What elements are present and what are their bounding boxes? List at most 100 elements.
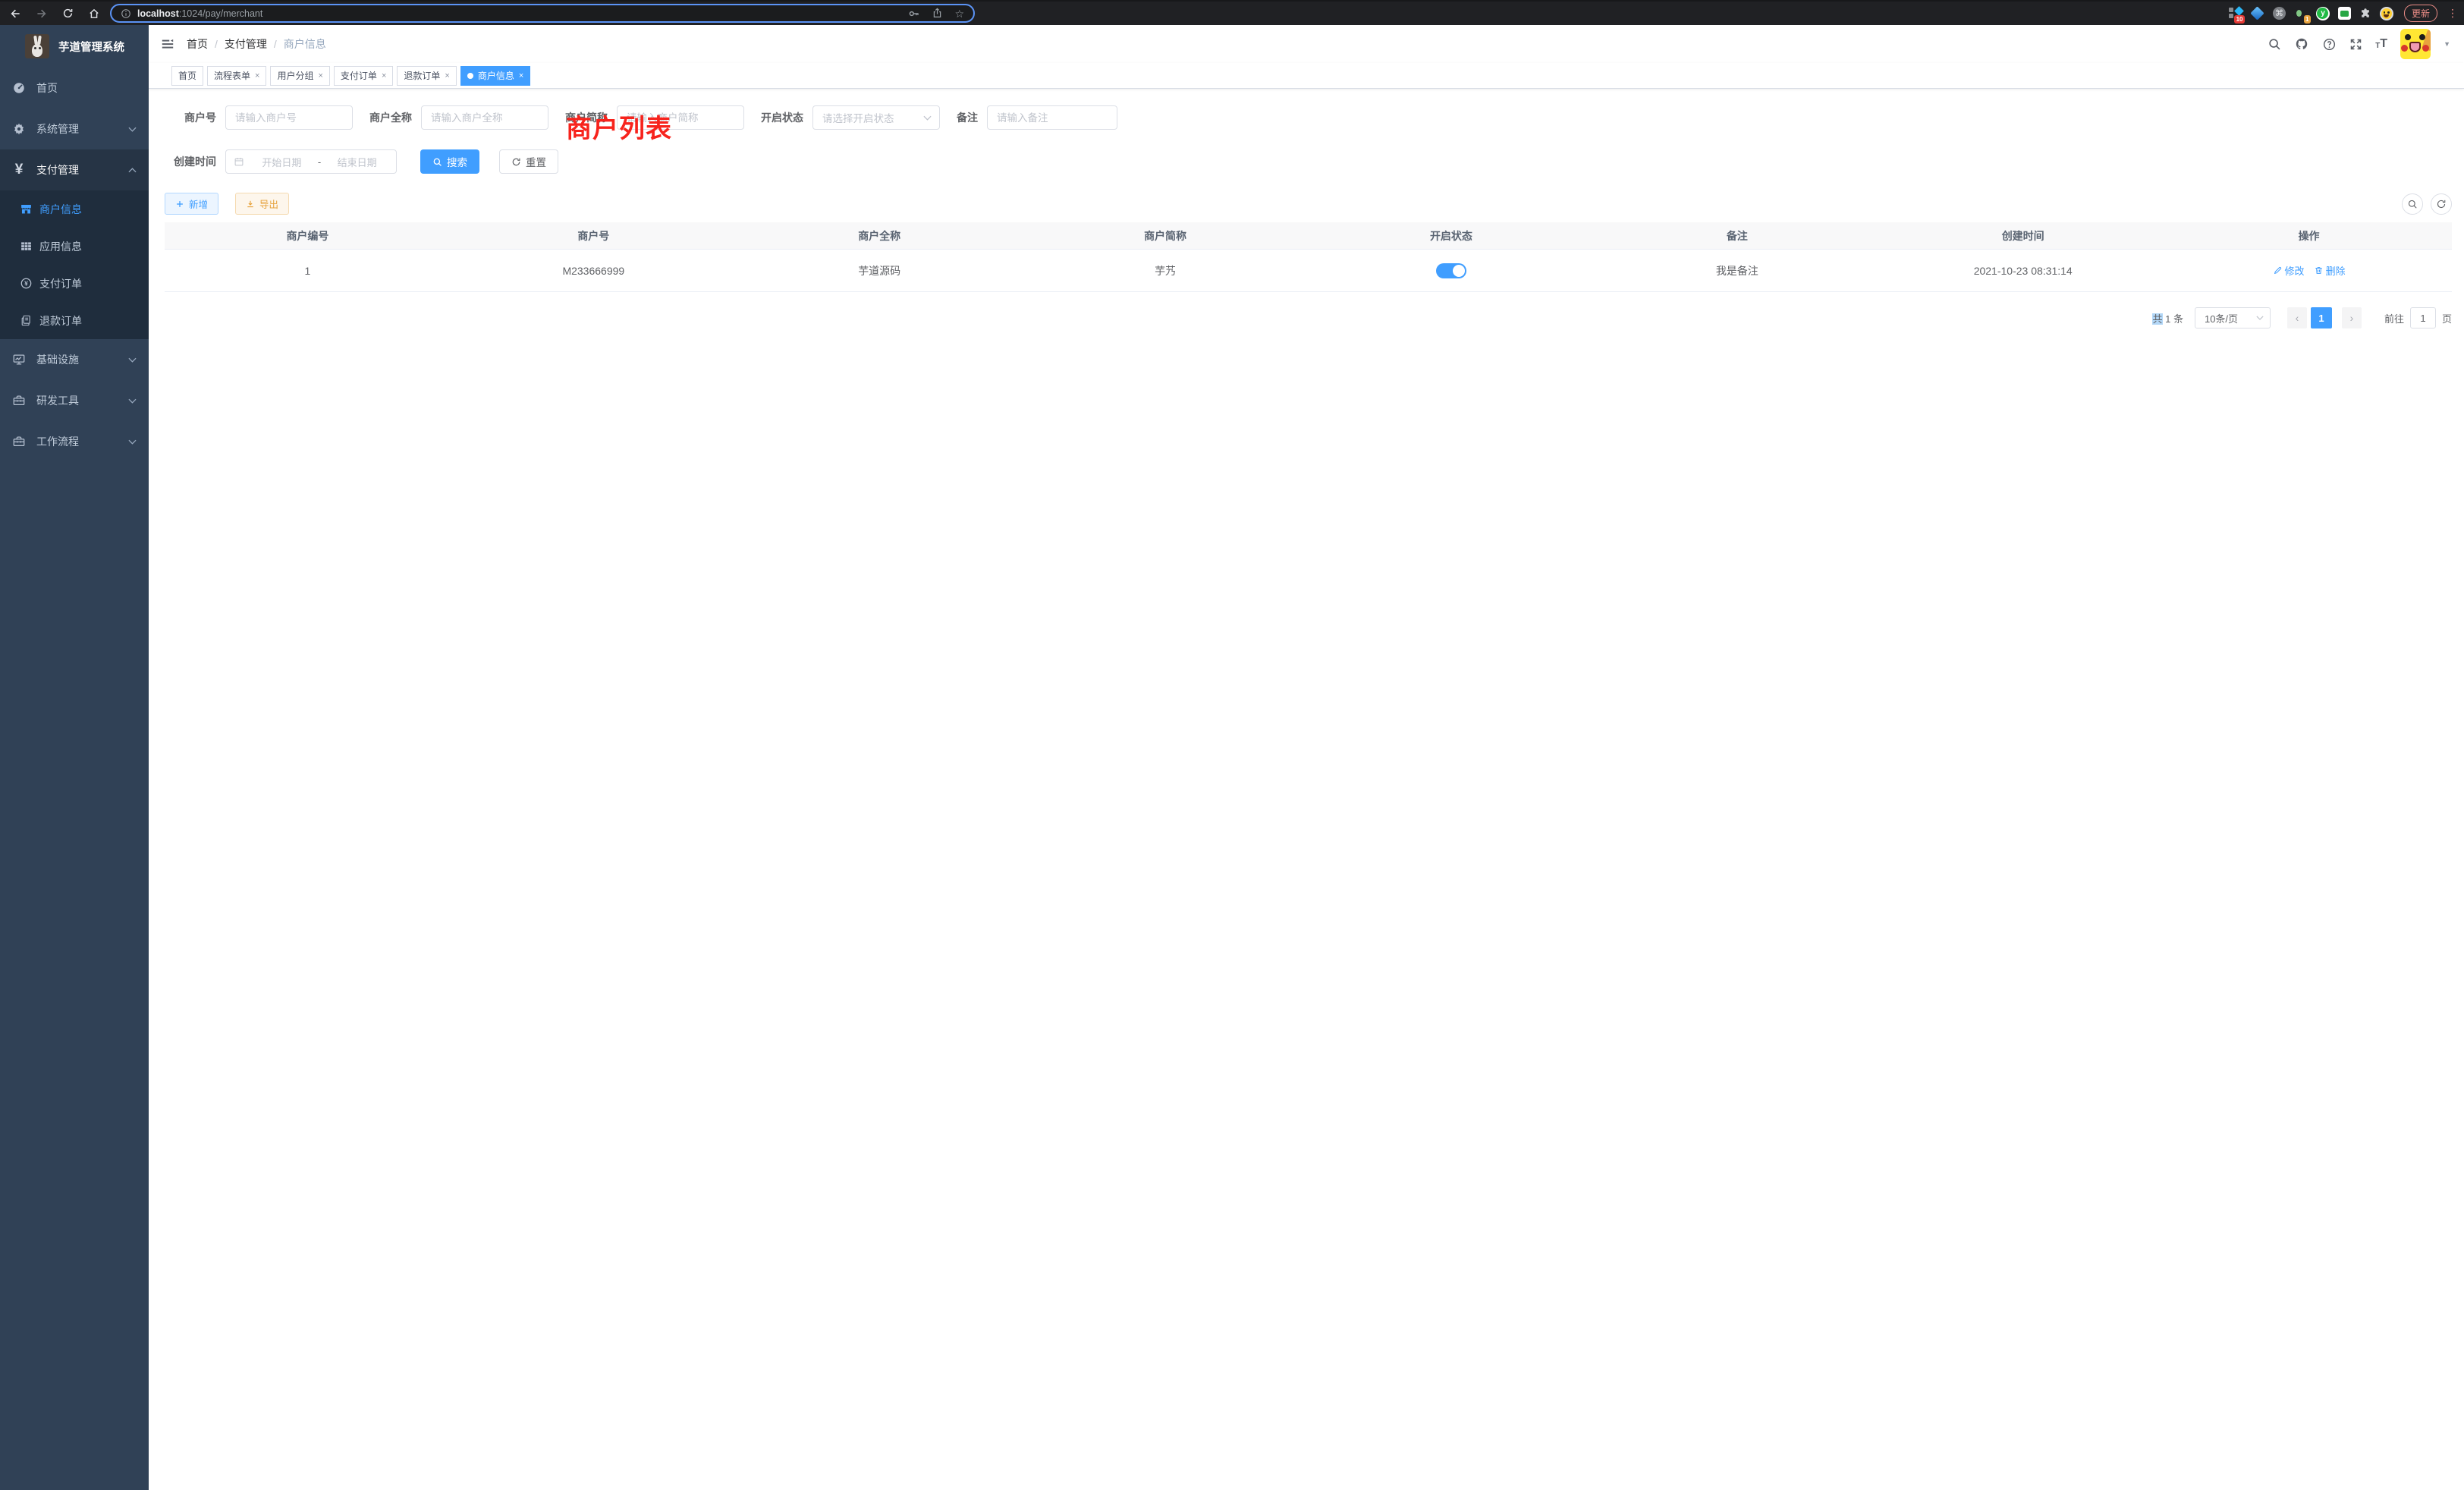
table-row: 1 M233666999 芋道源码 芋艿 我是备注 2021-10-23 08:… [165, 250, 2452, 292]
start-date-placeholder[interactable]: 开始日期 [250, 155, 313, 169]
sidebar: 芋道管理系统 首页 系统管理 ¥ 支付管理 商户信息 [0, 25, 149, 1490]
tab-refund-order[interactable]: 退款订单× [397, 66, 456, 86]
filter-row-2: 创建时间 开始日期 - 结束日期 搜索 [165, 149, 2452, 174]
col-merchant-no: 商户号 [451, 228, 737, 244]
site-info-icon[interactable] [121, 8, 131, 19]
sidebar-item-label: 基础设施 [36, 352, 79, 367]
document-copy-icon [20, 314, 33, 327]
sidebar-subitem-refund-order[interactable]: 退款订单 [0, 302, 149, 339]
hamburger-icon[interactable] [149, 25, 187, 63]
close-icon[interactable]: × [255, 71, 259, 80]
create-time-range-picker[interactable]: 开始日期 - 结束日期 [225, 149, 397, 174]
col-status: 开启状态 [1309, 228, 1595, 244]
prev-page-button[interactable]: ‹ [2287, 307, 2307, 328]
tab-user-group[interactable]: 用户分组× [270, 66, 329, 86]
help-icon[interactable] [2322, 37, 2337, 52]
page-number-button[interactable]: 1 [2311, 307, 2332, 328]
export-button[interactable]: 导出 [235, 193, 289, 215]
browser-back-button[interactable] [9, 8, 21, 20]
add-button[interactable]: 新增 [165, 193, 218, 215]
next-page-button[interactable]: › [2342, 307, 2362, 328]
edit-link[interactable]: 修改 [2273, 263, 2305, 278]
share-icon[interactable] [932, 8, 943, 19]
short-name-input[interactable] [617, 105, 744, 130]
col-remark: 备注 [1594, 228, 1880, 244]
end-date-placeholder[interactable]: 结束日期 [325, 155, 388, 169]
browser-reload-button[interactable] [62, 8, 74, 19]
chevron-down-icon [923, 115, 932, 121]
address-bar[interactable]: localhost:1024/pay/merchant ☆ [110, 4, 975, 23]
full-name-input[interactable] [421, 105, 548, 130]
extension-gem-icon[interactable] [2251, 7, 2264, 20]
sidebar-item-infrastructure[interactable]: 基础设施 [0, 339, 149, 380]
reset-button[interactable]: 重置 [499, 149, 558, 174]
sidebar-item-workflow[interactable]: 工作流程 [0, 421, 149, 462]
sidebar-subitem-app-info[interactable]: 应用信息 [0, 228, 149, 265]
sidebar-item-dev-tools[interactable]: 研发工具 [0, 380, 149, 421]
extension-egg-icon[interactable]: 1 [2294, 7, 2308, 20]
show-search-button[interactable] [2402, 193, 2423, 215]
plus-icon [175, 200, 184, 209]
chrome-update-button[interactable]: 更新 [2404, 5, 2437, 22]
user-avatar[interactable] [2400, 29, 2431, 59]
extension-command-icon[interactable]: ⌘ [2273, 7, 2286, 20]
merchant-no-label: 商户号 [165, 110, 225, 125]
extension-yudao-icon[interactable]: y [2316, 7, 2330, 20]
header-search-icon[interactable] [2268, 37, 2281, 51]
tab-pay-order[interactable]: 支付订单× [334, 66, 393, 86]
close-icon[interactable]: × [318, 71, 322, 80]
password-key-icon[interactable] [908, 8, 920, 20]
delete-link[interactable]: 删除 [2314, 263, 2346, 278]
download-icon [246, 200, 255, 209]
breadcrumb-separator: / [274, 38, 277, 50]
sidebar-item-system-mgmt[interactable]: 系统管理 [0, 108, 149, 149]
font-size-icon[interactable]: TT [2375, 38, 2387, 50]
chevron-up-icon [128, 168, 137, 173]
status-toggle[interactable] [1436, 263, 1466, 278]
github-icon[interactable] [2294, 36, 2309, 52]
sidebar-logo[interactable]: 芋道管理系统 [0, 25, 149, 68]
tab-merchant-info[interactable]: 商户信息× [460, 66, 530, 86]
app-title: 芋道管理系统 [58, 39, 124, 55]
col-actions: 操作 [2166, 228, 2452, 244]
tab-home[interactable]: 首页 [171, 66, 203, 86]
chevron-down-icon [128, 127, 137, 132]
close-icon[interactable]: × [445, 71, 449, 80]
browser-forward-button[interactable] [36, 8, 48, 20]
gear-icon [12, 122, 26, 136]
extension-badge: 10 [2234, 15, 2245, 24]
breadcrumb-home[interactable]: 首页 [187, 36, 208, 52]
page-size-select[interactable]: 10条/页 [2195, 307, 2271, 328]
sidebar-subitem-merchant-info[interactable]: 商户信息 [0, 190, 149, 228]
cell-remark: 我是备注 [1594, 263, 1880, 278]
avatar-caret-icon[interactable]: ▼ [2444, 40, 2450, 48]
bookmark-star-icon[interactable]: ☆ [954, 8, 964, 19]
sidebar-item-payment-mgmt[interactable]: ¥ 支付管理 [0, 149, 149, 190]
trash-icon [2314, 266, 2324, 275]
extensions-puzzle-icon[interactable] [2359, 8, 2371, 20]
breadcrumb-separator: / [215, 38, 218, 50]
grid-icon [20, 240, 33, 253]
goto-page-input[interactable] [2410, 307, 2436, 328]
sidebar-item-home[interactable]: 首页 [0, 68, 149, 108]
remark-input[interactable] [987, 105, 1117, 130]
browser-nav-buttons [9, 8, 100, 20]
browser-profile-avatar[interactable] [2380, 7, 2393, 20]
browser-home-button[interactable] [88, 8, 100, 20]
sidebar-subitem-pay-order[interactable]: ¥ 支付订单 [0, 265, 149, 302]
svg-text:¥: ¥ [24, 280, 28, 288]
close-icon[interactable]: × [519, 71, 523, 80]
fullscreen-icon[interactable] [2349, 38, 2362, 51]
status-select[interactable]: 请选择开启状态 [812, 105, 940, 130]
close-icon[interactable]: × [382, 71, 386, 80]
extension-chat-icon[interactable] [2338, 7, 2351, 20]
navbar-actions: TT ▼ [2268, 29, 2464, 59]
extension-tabs-icon[interactable]: 10 [2229, 7, 2242, 20]
breadcrumb-payment[interactable]: 支付管理 [225, 36, 267, 52]
search-button[interactable]: 搜索 [420, 149, 479, 174]
browser-menu-icon[interactable]: ⋮ [2447, 7, 2458, 20]
tab-flow-form[interactable]: 流程表单× [207, 66, 266, 86]
refresh-table-button[interactable] [2431, 193, 2452, 215]
merchant-no-input[interactable] [225, 105, 353, 130]
sidebar-subitem-label: 支付订单 [39, 276, 82, 291]
